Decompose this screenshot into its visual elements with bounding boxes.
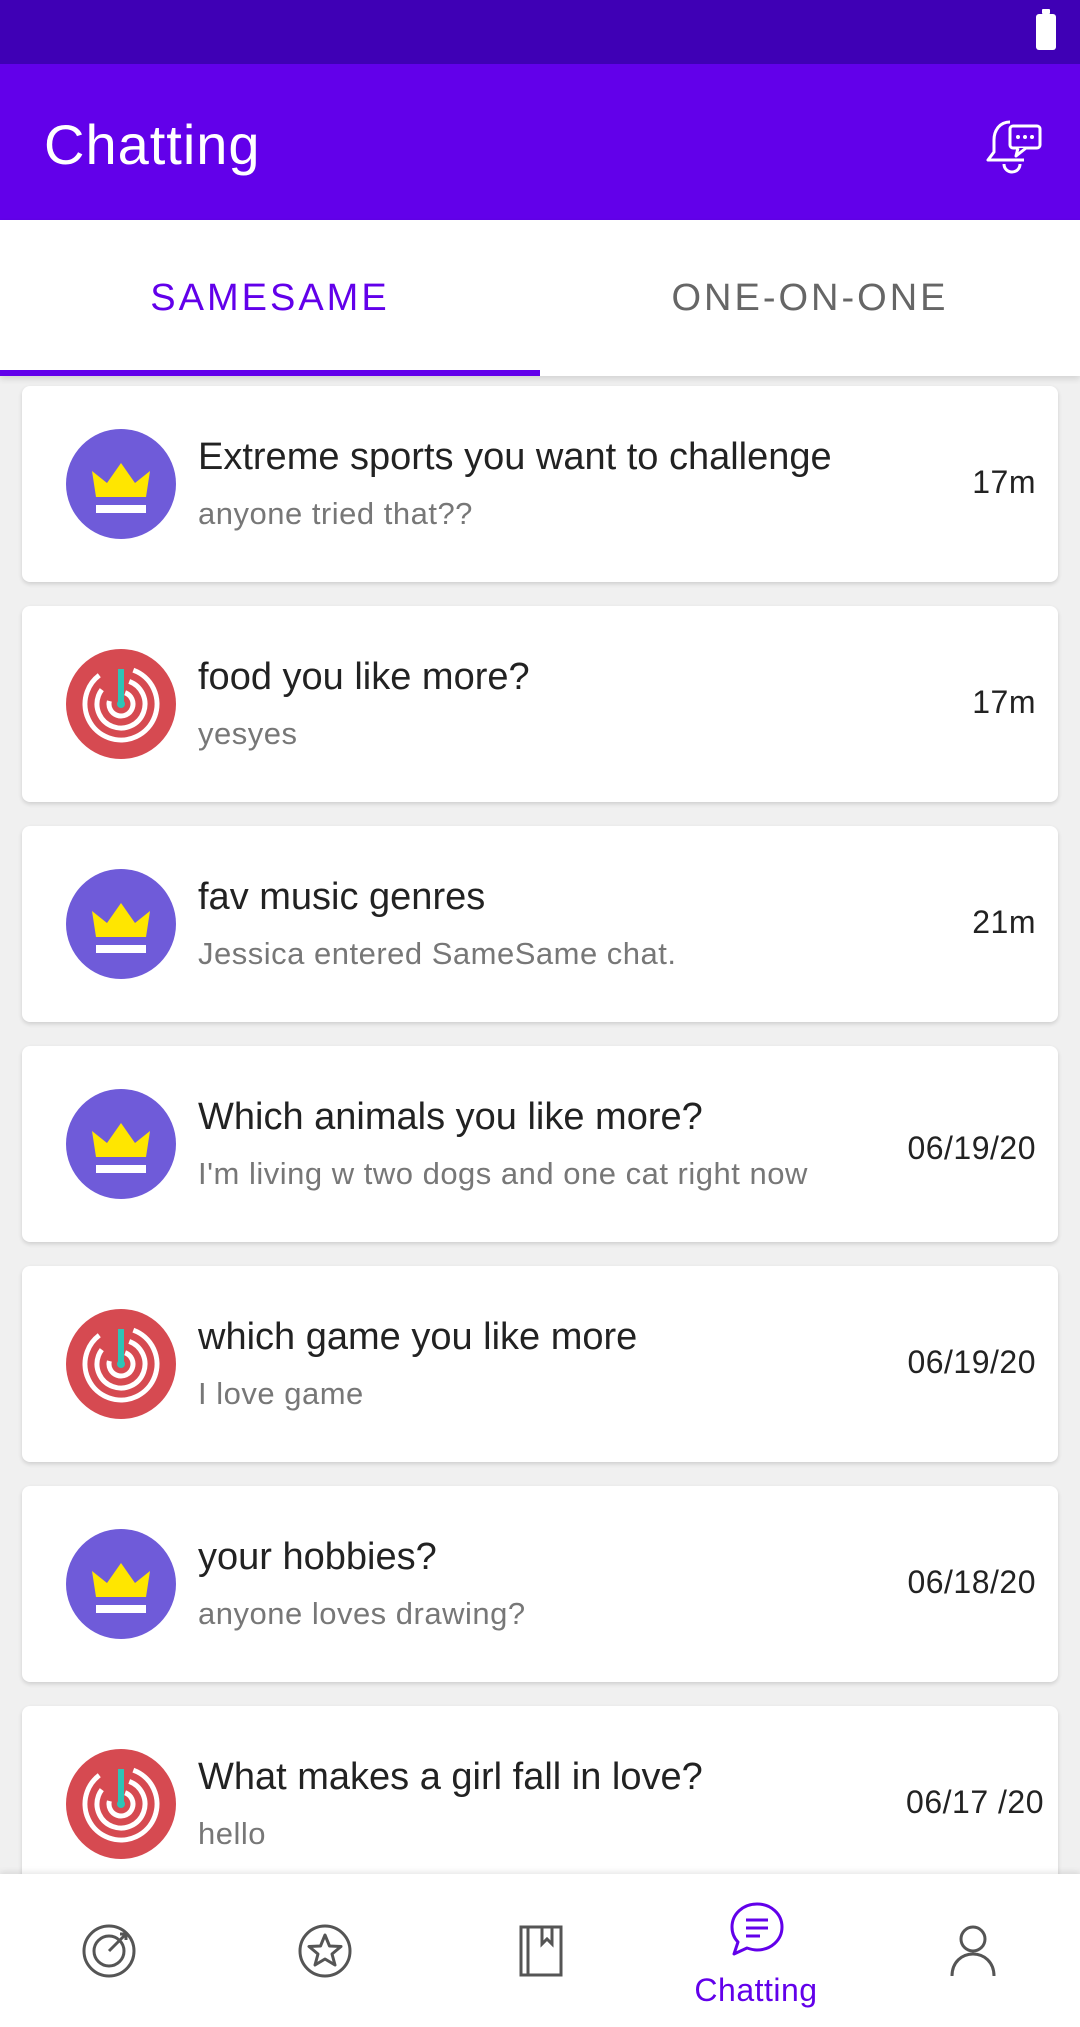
chat-time: 06/19/20 xyxy=(907,1130,1036,1166)
page-title: Chatting xyxy=(44,113,261,176)
chat-title: food you like more? xyxy=(198,656,530,698)
target-icon xyxy=(82,665,160,743)
chat-title: What makes a girl fall in love? xyxy=(198,1756,703,1798)
chat-time: 06/17 /20 xyxy=(906,1784,1044,1820)
crown-icon xyxy=(92,1123,150,1173)
chat-title: your hobbies? xyxy=(198,1536,437,1578)
chat-avatar xyxy=(66,429,176,539)
chat-preview: I love game xyxy=(198,1376,364,1411)
chat-title: which game you like more xyxy=(198,1316,638,1358)
person-icon xyxy=(950,1925,996,1977)
chat-title: Extreme sports you want to challenge xyxy=(198,436,832,478)
chat-time: 06/18/20 xyxy=(907,1564,1036,1600)
chat-list-item[interactable]: fav music genres Jessica entered SameSam… xyxy=(22,826,1058,1022)
chat-list[interactable]: Extreme sports you want to challenge any… xyxy=(0,376,1080,1874)
chat-list-item[interactable]: your hobbies? anyone loves drawing? 06/1… xyxy=(22,1486,1058,1682)
chat-title: fav music genres xyxy=(198,876,486,918)
chat-time: 21m xyxy=(972,904,1036,940)
target-icon xyxy=(82,1924,136,1978)
nav-item-star[interactable] xyxy=(216,1874,432,2027)
chat-preview: I'm living w two dogs and one cat right … xyxy=(198,1156,808,1191)
tab-bar: SAMESAME ONE-ON-ONE xyxy=(0,220,1080,376)
chat-avatar xyxy=(66,649,176,759)
bottom-navigation: Chatting xyxy=(0,1874,1080,2027)
chat-list-item[interactable]: Which animals you like more? I'm living … xyxy=(22,1046,1058,1242)
chat-list-item[interactable]: which game you like more I love game 06/… xyxy=(22,1266,1058,1462)
crown-icon xyxy=(92,1563,150,1613)
chat-preview: anyone tried that?? xyxy=(198,496,473,531)
chat-list-item[interactable]: What makes a girl fall in love? hello 06… xyxy=(22,1706,1058,1874)
chat-preview: anyone loves drawing? xyxy=(198,1596,526,1631)
crown-icon xyxy=(92,463,150,513)
tab-samesame[interactable]: SAMESAME xyxy=(0,220,540,376)
chat-avatar xyxy=(66,1529,176,1639)
chat-list-item[interactable]: food you like more? yesyes 17m xyxy=(22,606,1058,802)
chat-preview: yesyes xyxy=(198,716,298,751)
chat-avatar xyxy=(66,1089,176,1199)
chat-time: 17m xyxy=(972,464,1036,500)
star-icon xyxy=(298,1924,352,1978)
chat-time: 17m xyxy=(972,684,1036,720)
chat-avatar xyxy=(66,1309,176,1419)
tab-indicator xyxy=(0,370,540,376)
notification-chat-icon[interactable] xyxy=(980,112,1044,176)
battery-icon xyxy=(1036,9,1056,50)
nav-item-profile[interactable] xyxy=(864,1874,1080,2027)
chat-preview: hello xyxy=(198,1816,266,1851)
target-icon xyxy=(82,1325,160,1403)
chat-icon xyxy=(730,1902,784,1956)
status-bar xyxy=(0,0,1080,64)
chat-time: 06/19/20 xyxy=(907,1344,1036,1380)
nav-item-book[interactable] xyxy=(432,1874,648,2027)
book-icon xyxy=(519,1925,563,1977)
crown-icon xyxy=(92,903,150,953)
chat-title: Which animals you like more? xyxy=(198,1096,703,1138)
nav-item-target[interactable] xyxy=(0,1874,216,2027)
chat-avatar xyxy=(66,869,176,979)
nav-item-label: Chatting xyxy=(694,1972,818,2008)
app-bar: Chatting xyxy=(0,64,1080,220)
nav-item-chatting[interactable]: Chatting xyxy=(648,1874,864,2027)
chat-list-item[interactable]: Extreme sports you want to challenge any… xyxy=(22,386,1058,582)
chat-preview: Jessica entered SameSame chat. xyxy=(198,936,677,971)
target-icon xyxy=(82,1765,160,1843)
tab-one-on-one[interactable]: ONE-ON-ONE xyxy=(540,220,1080,376)
chat-avatar xyxy=(66,1749,176,1859)
